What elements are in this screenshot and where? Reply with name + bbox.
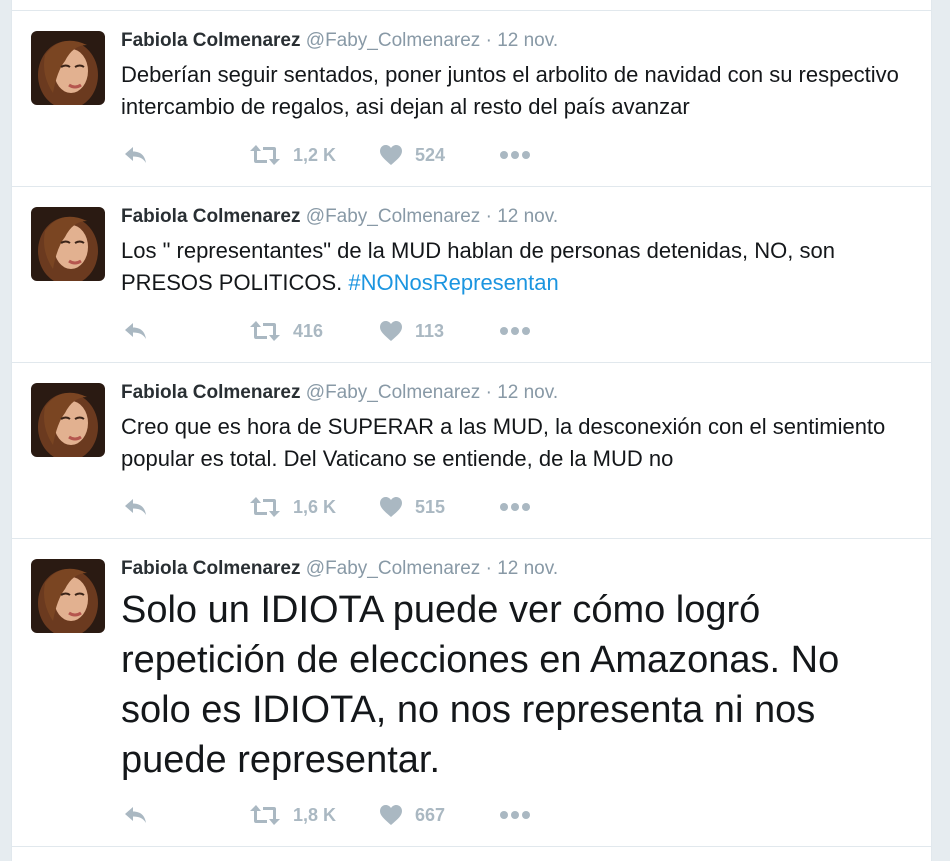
like-count: 524	[415, 144, 446, 165]
like-count: 113	[415, 320, 445, 341]
tweet-actions: 1,8 K 667	[121, 801, 721, 829]
author-handle[interactable]: @Faby_Colmenarez	[306, 558, 481, 579]
author-handle[interactable]: @Faby_Colmenarez	[306, 30, 481, 51]
like-button[interactable]: 524	[379, 141, 445, 169]
tweet[interactable]: Fabiola Colmenarez @Faby_Colmenarez · 12…	[12, 10, 931, 186]
avatar-image	[31, 559, 105, 633]
tweet[interactable]: Fabiola Colmenarez @Faby_Colmenarez · 12…	[12, 362, 931, 538]
tweet-date[interactable]: 12 nov.	[497, 382, 558, 403]
more-options-icon	[500, 811, 530, 819]
meta-separator: ·	[485, 206, 492, 227]
retweet-count: 1,6 K	[293, 496, 337, 517]
timeline: Fabiola Colmenarez @Faby_Colmenarez · 12…	[11, 0, 932, 861]
retweet-count: 1,2 K	[293, 144, 337, 165]
avatar[interactable]	[31, 559, 105, 633]
tweet-actions: 416 113	[121, 317, 721, 345]
reply-button[interactable]	[123, 801, 149, 829]
reply-icon	[125, 323, 146, 339]
tweet-text: Creo que es hora de SUPERAR a las MUD, l…	[121, 411, 911, 475]
tweet-date[interactable]: 12 nov.	[497, 206, 558, 227]
more-options-button[interactable]	[499, 317, 531, 345]
retweet-button[interactable]: 1,8 K	[249, 801, 336, 829]
heart-icon	[380, 805, 402, 825]
retweet-count: 1,8 K	[293, 804, 337, 825]
tweet-header: Fabiola Colmenarez @Faby_Colmenarez · 12…	[121, 29, 558, 53]
avatar-image	[31, 207, 105, 281]
author-name[interactable]: Fabiola Colmenarez	[121, 30, 301, 51]
reply-icon	[125, 499, 146, 515]
like-button[interactable]: 113	[379, 317, 444, 345]
tweet-text: Deberían seguir sentados, poner juntos e…	[121, 59, 911, 123]
retweet-icon	[250, 497, 280, 517]
heart-icon	[380, 497, 402, 517]
meta-separator: ·	[485, 558, 492, 579]
retweet-icon	[250, 145, 280, 165]
like-count: 667	[415, 804, 446, 825]
more-options-icon	[500, 327, 530, 335]
author-name[interactable]: Fabiola Colmenarez	[121, 558, 301, 579]
more-options-icon	[500, 151, 530, 159]
author-handle[interactable]: @Faby_Colmenarez	[306, 206, 481, 227]
tweet-text-body: Solo un IDIOTA puede ver cómo logró repe…	[121, 589, 840, 781]
hashtag-link[interactable]: #NONosRepresentan	[348, 270, 558, 295]
more-options-icon	[500, 503, 530, 511]
retweet-icon	[250, 321, 280, 341]
tweet-header: Fabiola Colmenarez @Faby_Colmenarez · 12…	[121, 205, 558, 229]
reply-icon	[125, 807, 146, 823]
more-options-button[interactable]	[499, 801, 531, 829]
avatar[interactable]	[31, 383, 105, 457]
author-name[interactable]: Fabiola Colmenarez	[121, 206, 301, 227]
author-handle[interactable]: @Faby_Colmenarez	[306, 382, 481, 403]
meta-separator: ·	[485, 382, 492, 403]
avatar-image	[31, 31, 105, 105]
tweet-actions: 1,6 K 515	[121, 493, 721, 521]
tweet-header: Fabiola Colmenarez @Faby_Colmenarez · 12…	[121, 381, 558, 405]
heart-icon	[380, 145, 402, 165]
meta-separator: ·	[485, 30, 492, 51]
retweet-button[interactable]: 1,2 K	[249, 141, 336, 169]
tweet-text-body: Deberían seguir sentados, poner juntos e…	[121, 62, 899, 119]
avatar[interactable]	[31, 207, 105, 281]
retweet-button[interactable]: 416	[249, 317, 323, 345]
tweet[interactable]: Fabiola Colmenarez @Faby_Colmenarez · 12…	[12, 538, 931, 847]
author-name[interactable]: Fabiola Colmenarez	[121, 382, 301, 403]
reply-icon	[125, 147, 146, 163]
tweet-text-body: Creo que es hora de SUPERAR a las MUD, l…	[121, 414, 886, 471]
tweet-text: Solo un IDIOTA puede ver cómo logró repe…	[121, 585, 911, 785]
tweet-text: Los " representantes" de la MUD hablan d…	[121, 235, 911, 299]
like-button[interactable]: 515	[379, 493, 445, 521]
tweet-header: Fabiola Colmenarez @Faby_Colmenarez · 12…	[121, 557, 558, 581]
like-count: 515	[415, 496, 446, 517]
more-options-button[interactable]	[499, 141, 531, 169]
tweet-date[interactable]: 12 nov.	[497, 558, 558, 579]
more-options-button[interactable]	[499, 493, 531, 521]
avatar[interactable]	[31, 31, 105, 105]
retweet-button[interactable]: 1,6 K	[249, 493, 336, 521]
tweet-date[interactable]: 12 nov.	[497, 30, 558, 51]
tweet-actions: 1,2 K 524	[121, 141, 721, 169]
reply-button[interactable]	[123, 493, 149, 521]
reply-button[interactable]	[123, 141, 149, 169]
tweet[interactable]: Fabiola Colmenarez @Faby_Colmenarez · 12…	[12, 186, 931, 362]
reply-button[interactable]	[123, 317, 149, 345]
avatar-image	[31, 383, 105, 457]
heart-icon	[380, 321, 402, 341]
like-button[interactable]: 667	[379, 801, 445, 829]
retweet-icon	[250, 805, 280, 825]
retweet-count: 416	[293, 320, 324, 341]
